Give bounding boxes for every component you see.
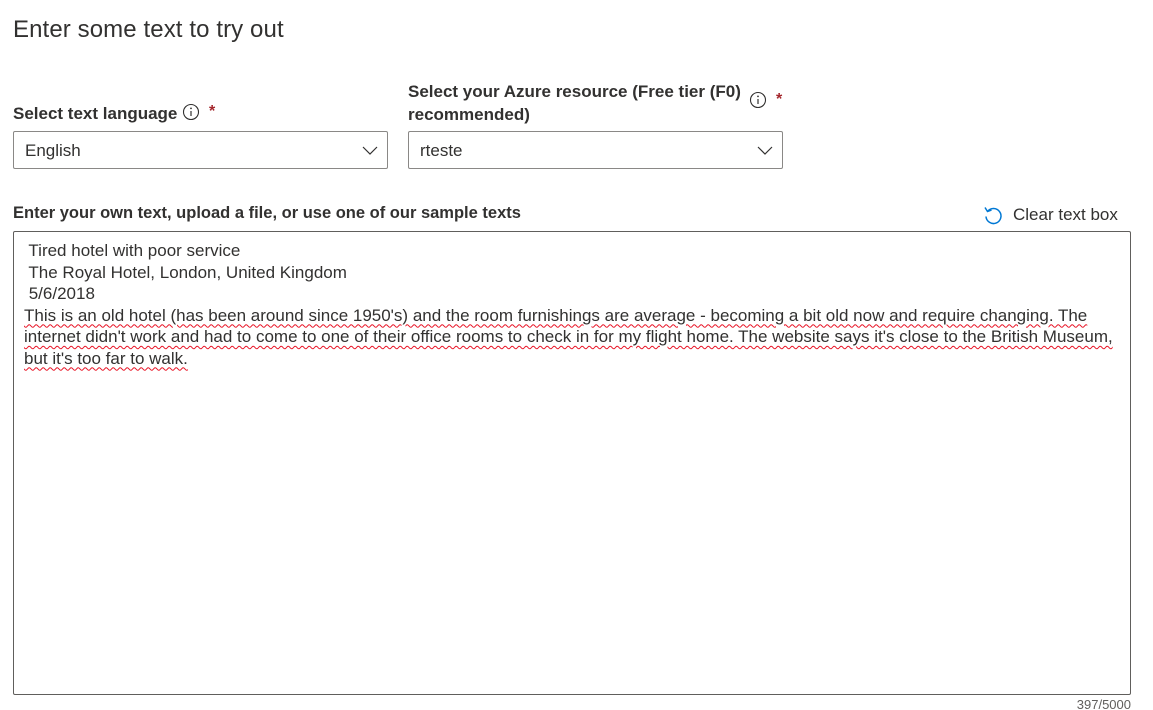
resource-selected-value: rteste: [420, 141, 463, 160]
resource-label: Select your Azure resource (Free tier (F…: [408, 80, 741, 126]
character-counter: 397/5000: [1076, 697, 1131, 710]
resource-label-line1: Select your Azure resource (Free tier (F…: [408, 82, 741, 101]
required-indicator: *: [776, 91, 783, 108]
language-dropdown[interactable]: English: [13, 131, 388, 169]
text-input-label: Enter your own text, upload a file, or u…: [13, 204, 521, 222]
language-selected-value: English: [25, 141, 81, 160]
text-line: 5/6/2018: [24, 284, 95, 303]
required-indicator: *: [209, 103, 216, 120]
try-it-panel: Enter some text to try out Select text l…: [0, 0, 1153, 710]
resource-dropdown[interactable]: rteste: [408, 131, 783, 169]
info-icon[interactable]: [749, 91, 767, 109]
text-line: Tired hotel with poor service: [24, 241, 241, 260]
text-paragraph: This is an old hotel (has been around si…: [24, 305, 1113, 368]
resource-label-line2: recommended): [408, 105, 530, 124]
clear-text-button[interactable]: Clear text box: [982, 203, 1118, 227]
clear-text-label: Clear text box: [1013, 205, 1118, 224]
text-input-area[interactable]: Tired hotel with poor service The Royal …: [13, 231, 1131, 695]
language-label: Select text language: [13, 104, 178, 123]
info-icon[interactable]: [182, 103, 200, 121]
page-title: Enter some text to try out: [13, 16, 284, 43]
text-line: The Royal Hotel, London, United Kingdom: [24, 262, 347, 282]
undo-icon: [984, 207, 1002, 225]
chevron-down-icon: [757, 146, 773, 155]
chevron-down-icon: [362, 146, 378, 155]
